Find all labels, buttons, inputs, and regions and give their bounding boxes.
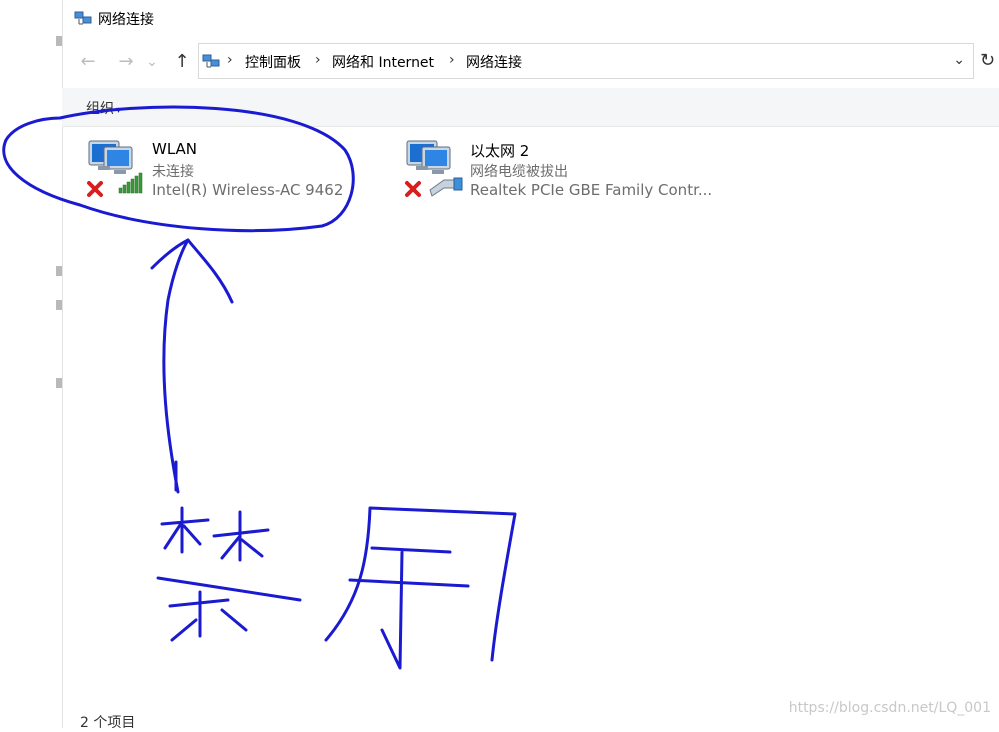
annotation-arrow-shaft xyxy=(162,238,190,494)
breadcrumb-control-panel[interactable]: 控制面板 xyxy=(245,52,301,72)
organize-caret-icon: ▾ xyxy=(116,105,122,116)
background-window-strip xyxy=(0,0,63,728)
address-dropdown-button[interactable]: ⌄ xyxy=(953,52,965,68)
up-button[interactable]: ↑ xyxy=(170,50,194,74)
connection-status: 未连接 xyxy=(152,164,194,180)
strip-mark xyxy=(56,300,62,310)
navigation-bar: ← → ⌄ ↑ › 控制面板 › 网络和 Internet › 网络连接 ⌄ ↻ xyxy=(62,42,999,82)
connection-device: Intel(R) Wireless-AC 9462 xyxy=(152,181,344,199)
breadcrumb-network-connections[interactable]: 网络连接 xyxy=(466,52,522,72)
address-bar[interactable]: › 控制面板 › 网络和 Internet › 网络连接 ⌄ xyxy=(198,43,974,79)
breadcrumb-separator[interactable]: › xyxy=(227,52,233,68)
wireless-network-adapter-icon xyxy=(87,140,143,197)
network-connections-icon xyxy=(74,11,92,25)
disconnected-x-icon xyxy=(87,181,103,197)
command-bar: 组织 ▾ xyxy=(62,88,999,127)
breadcrumb-network-internet[interactable]: 网络和 Internet xyxy=(332,52,434,72)
refresh-button[interactable]: ↻ xyxy=(980,50,999,74)
signal-bars-icon xyxy=(118,172,143,194)
back-button[interactable]: ← xyxy=(76,50,100,74)
connection-name: WLAN xyxy=(152,140,198,158)
connection-status: 网络电缆被拔出 xyxy=(470,164,568,180)
title-bar: 网络连接 xyxy=(62,0,999,38)
ethernet-adapter-icon xyxy=(405,140,463,197)
organize-menu[interactable]: 组织 ▾ xyxy=(86,98,121,118)
annotation-arrow-head xyxy=(150,238,234,304)
window-title: 网络连接 xyxy=(98,12,154,28)
connection-item-wlan[interactable]: WLAN 未连接 Intel(R) Wireless-AC 9462 xyxy=(86,138,376,204)
breadcrumb-separator[interactable]: › xyxy=(449,52,455,68)
network-connections-icon xyxy=(202,54,220,68)
connection-device: Realtek PCIe GBE Family Contr... xyxy=(470,181,713,199)
strip-mark xyxy=(56,266,62,276)
forward-button[interactable]: → xyxy=(114,50,138,74)
connection-name: 以太网 2 xyxy=(470,142,530,160)
organize-label: 组织 xyxy=(86,101,114,117)
breadcrumb-separator[interactable]: › xyxy=(315,52,321,68)
ethernet-plug-icon xyxy=(429,177,463,197)
status-bar-item-count: 2 个项目 xyxy=(80,715,136,731)
connection-item-ethernet-2[interactable]: 以太网 2 网络电缆被拔出 Realtek PCIe GBE Family Co… xyxy=(404,138,724,204)
watermark: https://blog.csdn.net/LQ_001 xyxy=(788,700,991,716)
annotation-handwriting xyxy=(156,506,517,670)
strip-mark xyxy=(56,378,62,388)
recent-locations-button[interactable]: ⌄ xyxy=(144,50,160,74)
disconnected-x-icon xyxy=(405,181,421,197)
